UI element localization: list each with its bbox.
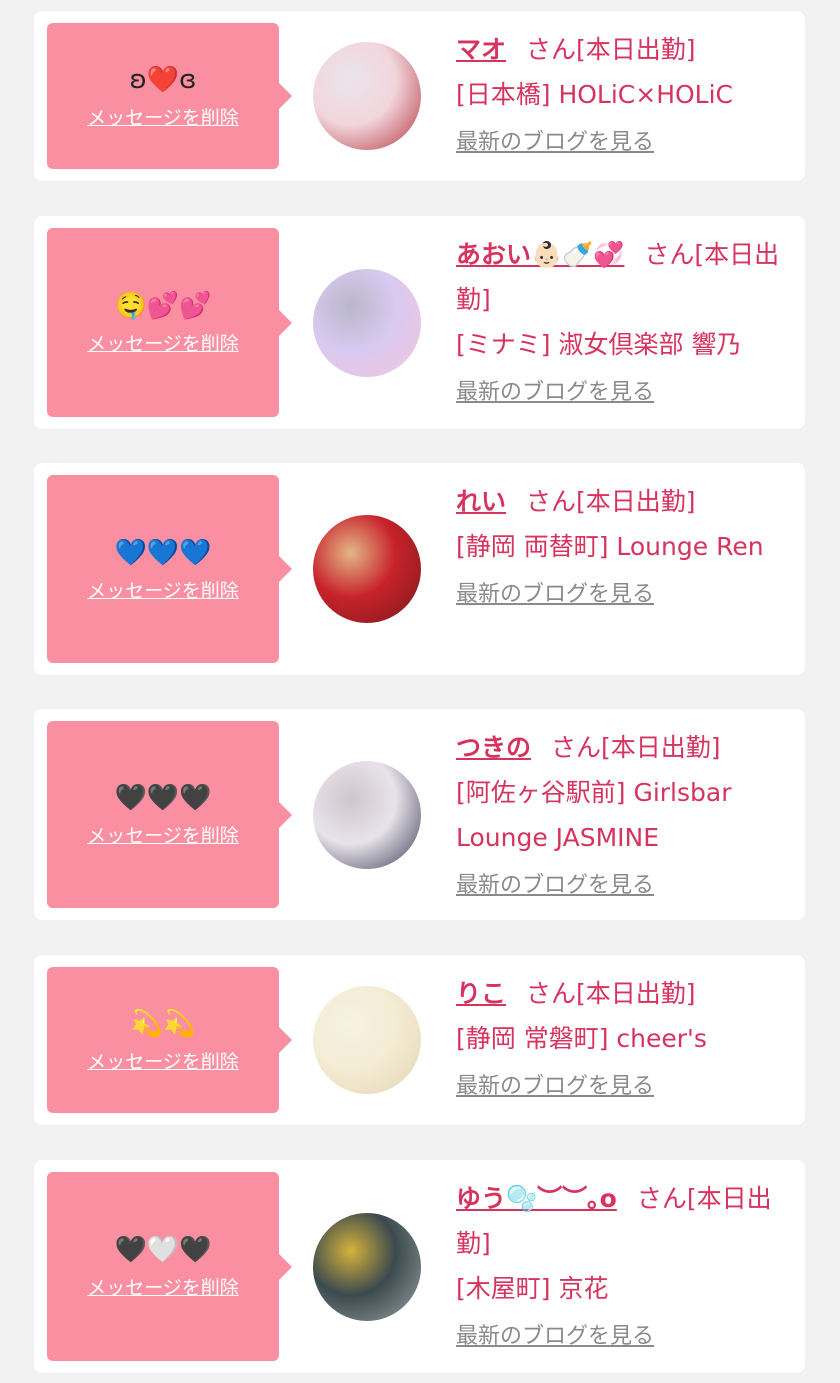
name-line: つきの さん[本日出勤] xyxy=(456,725,791,770)
delete-message-link[interactable]: メッセージを削除 xyxy=(87,1047,239,1074)
message-card: 🖤🖤🖤 メッセージを削除 つきの さん[本日出勤] [阿佐ヶ谷駅前] Girlsbar … xyxy=(34,709,805,920)
shop-name: [木屋町] 京花 xyxy=(456,1274,609,1303)
name-suffix: さん[本日出勤] xyxy=(526,35,696,64)
message-card: ʚ❤️ɞ メッセージを削除 マオ さん[本日出勤] [日本橋] HOLiC×HOLiC 最… xyxy=(34,11,805,181)
name-line: れい さん[本日出勤] xyxy=(456,479,791,524)
avatar[interactable] xyxy=(313,269,421,377)
girl-info: あおい👶🏻🍼💞 さん[本日出勤] [ミナミ] 淑女倶楽部 響乃最新のブログを見る xyxy=(456,232,791,413)
girl-name-link[interactable]: ゆう🫧︶︶｡o xyxy=(456,1184,617,1213)
shop-name: [阿佐ヶ谷駅前] Girlsbar Lounge JASMINE xyxy=(456,778,732,852)
name-line: りこ さん[本日出勤] xyxy=(456,971,791,1016)
name-line: マオ さん[本日出勤] xyxy=(456,27,791,72)
shop-name: [ミナミ] 淑女倶楽部 響乃 xyxy=(456,330,742,359)
avatar[interactable] xyxy=(313,515,421,623)
shop-name: [静岡 両替町] Lounge Ren xyxy=(456,532,764,561)
message-emoji: 💙💙💙 xyxy=(114,537,212,568)
name-suffix: さん[本日出勤] xyxy=(551,733,721,762)
name-suffix: さん[本日出勤] xyxy=(526,979,696,1008)
avatar[interactable] xyxy=(313,986,421,1094)
message-list: ʚ❤️ɞ メッセージを削除 マオ さん[本日出勤] [日本橋] HOLiC×HOLiC 最… xyxy=(0,0,840,1383)
latest-blog-link[interactable]: 最新のブログを見る xyxy=(456,575,654,615)
girl-name-link[interactable]: りこ xyxy=(456,979,506,1008)
girl-info: りこ さん[本日出勤] [静岡 常磐町] cheer's 最新のブログを見る xyxy=(456,971,791,1107)
girl-info: ゆう🫧︶︶｡o さん[本日出勤] [木屋町] 京花最新のブログを見る xyxy=(456,1176,791,1357)
delete-message-link[interactable]: メッセージを削除 xyxy=(87,1273,239,1300)
latest-blog-link[interactable]: 最新のブログを見る xyxy=(456,1067,654,1107)
avatar[interactable] xyxy=(313,1213,421,1321)
girl-name-link[interactable]: つきの xyxy=(456,733,531,762)
message-bubble: 🖤🤍🖤 メッセージを削除 xyxy=(47,1172,292,1361)
delete-message-link[interactable]: メッセージを削除 xyxy=(87,329,239,356)
message-emoji: 🖤🤍🖤 xyxy=(114,1235,212,1265)
message-bubble: 🤤💕💕 メッセージを削除 xyxy=(47,228,292,417)
shop-name: [日本橋] HOLiC×HOLiC xyxy=(456,80,734,109)
name-suffix: さん[本日出勤] xyxy=(526,487,696,516)
avatar[interactable] xyxy=(313,42,421,150)
delete-message-link[interactable]: メッセージを削除 xyxy=(87,821,239,848)
message-bubble: 💫💫 メッセージを削除 xyxy=(47,967,292,1113)
message-card: 🖤🤍🖤 メッセージを削除 ゆう🫧︶︶｡o さん[本日出勤] [木屋町] 京花最新のブログ… xyxy=(34,1160,805,1373)
latest-blog-link[interactable]: 最新のブログを見る xyxy=(456,123,654,163)
girl-info: れい さん[本日出勤] [静岡 両替町] Lounge Ren 最新のブログを見る xyxy=(456,479,791,615)
message-emoji: 💫💫 xyxy=(130,1008,196,1039)
name-line: あおい👶🏻🍼💞 さん[本日出勤] xyxy=(456,232,791,322)
message-bubble: 💙💙💙 メッセージを削除 xyxy=(47,475,292,663)
message-emoji: 🖤🖤🖤 xyxy=(114,783,212,813)
girl-name-link[interactable]: れい xyxy=(456,487,506,516)
delete-message-link[interactable]: メッセージを削除 xyxy=(87,576,239,603)
girl-name-link[interactable]: マオ xyxy=(456,35,506,64)
message-emoji: 🤤💕💕 xyxy=(114,291,212,321)
girl-info: マオ さん[本日出勤] [日本橋] HOLiC×HOLiC 最新のブログを見る xyxy=(456,27,791,163)
message-card: 🤤💕💕 メッセージを削除 あおい👶🏻🍼💞 さん[本日出勤] [ミナミ] 淑女倶楽部 響乃… xyxy=(34,216,805,429)
avatar[interactable] xyxy=(313,761,421,869)
latest-blog-link[interactable]: 最新のブログを見る xyxy=(456,1317,654,1357)
message-emoji: ʚ❤️ɞ xyxy=(129,64,197,95)
message-card: 💫💫 メッセージを削除 りこ さん[本日出勤] [静岡 常磐町] cheer's 最新のブ… xyxy=(34,955,805,1125)
message-card: 💙💙💙 メッセージを削除 れい さん[本日出勤] [静岡 両替町] Lounge Ren… xyxy=(34,463,805,675)
latest-blog-link[interactable]: 最新のブログを見る xyxy=(456,373,654,413)
girl-info: つきの さん[本日出勤] [阿佐ヶ谷駅前] Girlsbar Lounge JASM… xyxy=(456,725,791,906)
message-bubble: 🖤🖤🖤 メッセージを削除 xyxy=(47,721,292,908)
delete-message-link[interactable]: メッセージを削除 xyxy=(87,103,239,130)
message-bubble: ʚ❤️ɞ メッセージを削除 xyxy=(47,23,292,169)
latest-blog-link[interactable]: 最新のブログを見る xyxy=(456,866,654,906)
girl-name-link[interactable]: あおい👶🏻🍼💞 xyxy=(456,240,624,269)
name-line: ゆう🫧︶︶｡o さん[本日出勤] xyxy=(456,1176,791,1266)
shop-name: [静岡 常磐町] cheer's xyxy=(456,1024,707,1053)
